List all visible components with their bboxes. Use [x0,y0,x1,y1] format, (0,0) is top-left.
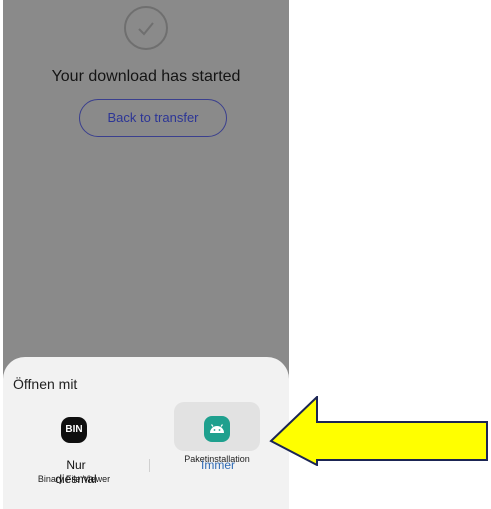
app-option-paketinstallation[interactable]: Paketinstallation [174,402,260,464]
always-button[interactable]: Immer [193,458,243,472]
app-option-binary-file-viewer[interactable]: BIN Binary File Viewer [31,403,117,484]
just-once-button[interactable]: Nur diesmal [46,458,106,486]
android-package-icon [204,416,230,442]
bin-app-icon: BIN [61,417,87,443]
screenshot-root: Your download has started Back to transf… [0,0,491,509]
sheet-title: Öffnen mit [13,376,78,392]
download-status-title: Your download has started [51,68,241,85]
back-to-transfer-button[interactable]: Back to transfer [79,99,227,137]
button-divider [149,459,150,472]
phone-screen: Your download has started Back to transf… [3,0,289,509]
yellow-pointer-arrow-icon [269,396,488,466]
open-with-sheet: Öffnen mit BIN Binary File Viewer Paketi… [3,357,289,509]
checkmark-icon [124,6,168,50]
